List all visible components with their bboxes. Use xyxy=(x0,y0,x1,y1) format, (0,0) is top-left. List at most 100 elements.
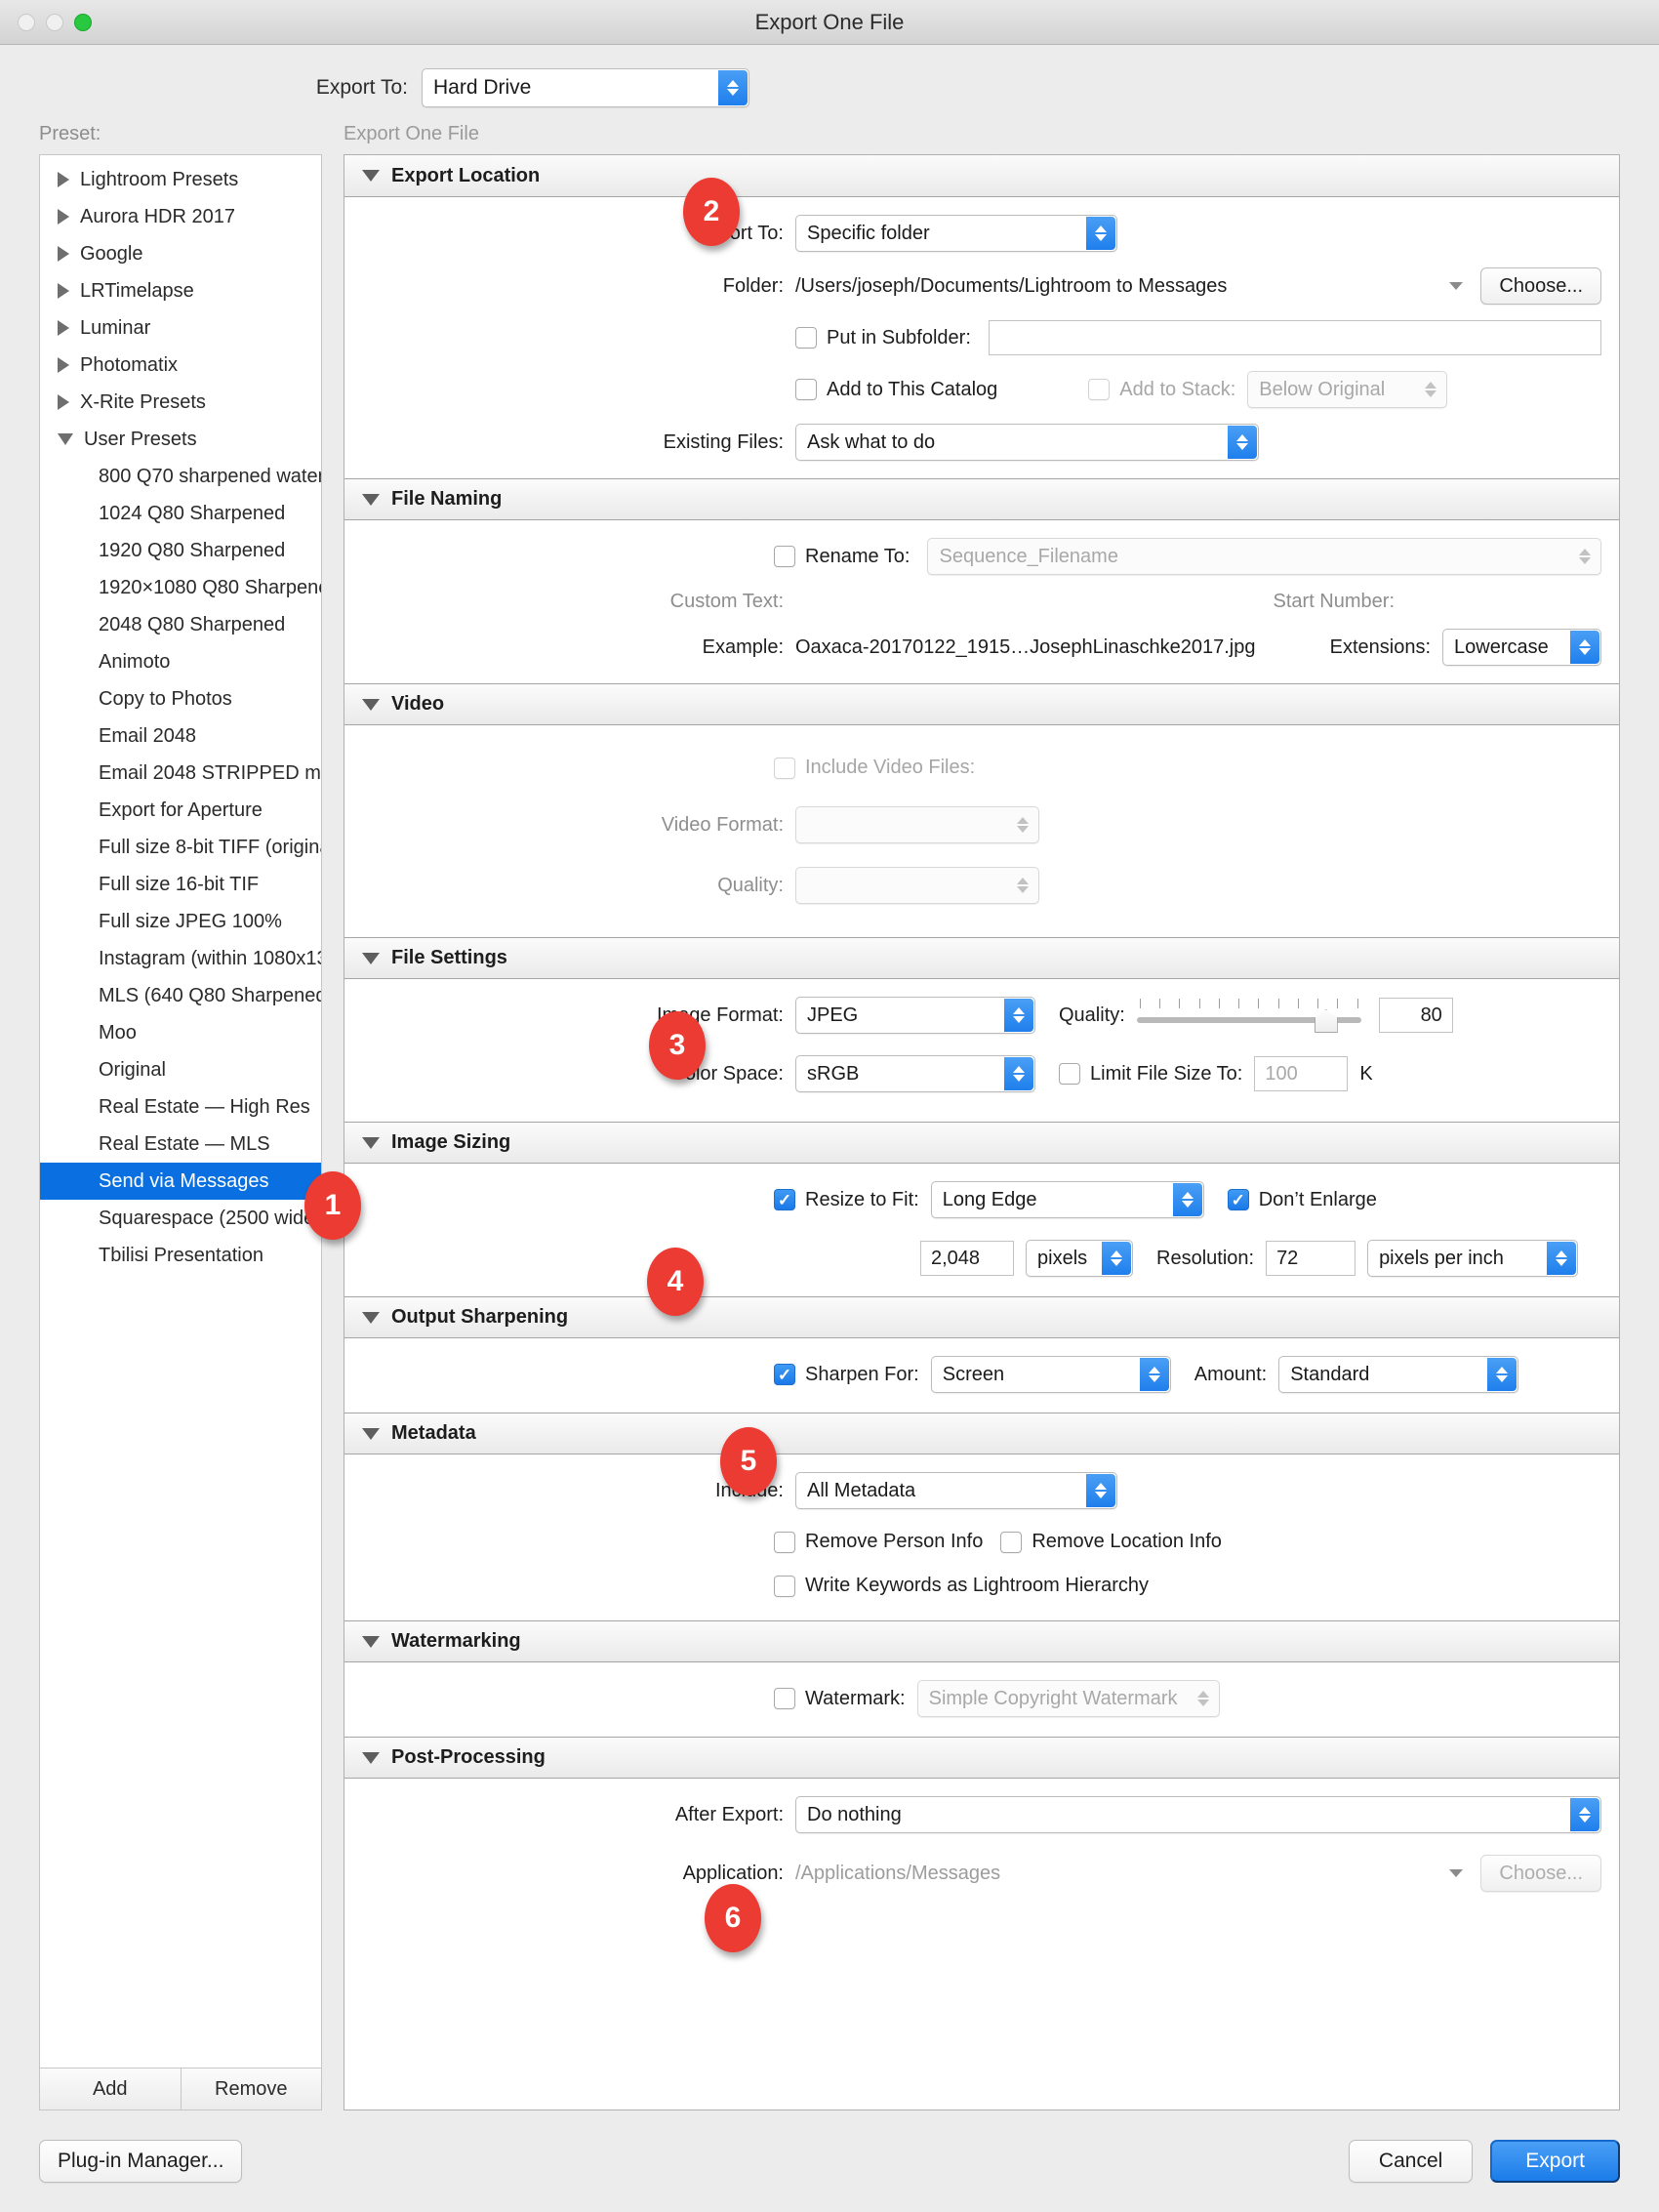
chevron-right-icon[interactable] xyxy=(58,283,69,299)
chevron-right-icon[interactable] xyxy=(58,394,69,410)
section-header-watermarking[interactable]: Watermarking xyxy=(344,1620,1619,1662)
chevron-down-icon[interactable] xyxy=(1449,1869,1464,1877)
watermark-checkbox[interactable] xyxy=(774,1688,795,1709)
export-button[interactable]: Export xyxy=(1490,2140,1620,2183)
rename-to-checkbox[interactable] xyxy=(774,546,795,567)
write-keywords-hierarchy-checkbox[interactable] xyxy=(774,1575,795,1597)
color-space-select[interactable]: sRGB xyxy=(795,1055,1035,1092)
sharpen-amount-select[interactable]: Standard xyxy=(1278,1356,1519,1393)
list-item[interactable]: 1920×1080 Q80 Sharpened xyxy=(40,569,321,606)
section-header-export-location[interactable]: Export Location xyxy=(344,155,1619,197)
close-button[interactable] xyxy=(18,13,35,31)
list-item[interactable]: 1920 Q80 Sharpened xyxy=(40,532,321,569)
section-header-file-naming[interactable]: File Naming xyxy=(344,478,1619,520)
chevron-down-icon[interactable] xyxy=(362,1635,380,1648)
chevron-down-icon[interactable] xyxy=(362,1751,380,1764)
list-item[interactable]: MLS (640 Q80 Sharpened) xyxy=(40,977,321,1014)
add-to-catalog-checkbox[interactable] xyxy=(795,379,817,400)
list-item[interactable]: Email 2048 xyxy=(40,717,321,755)
existing-files-select[interactable]: Ask what to do xyxy=(795,424,1259,461)
chevron-right-icon[interactable] xyxy=(58,246,69,262)
remove-location-info-checkbox[interactable] xyxy=(1000,1531,1023,1553)
preset-group-lrtimelapse[interactable]: LRTimelapse xyxy=(40,272,321,309)
resize-unit-select[interactable]: pixels xyxy=(1026,1240,1133,1277)
minimize-button[interactable] xyxy=(46,13,63,31)
list-item[interactable]: Real Estate — High Res xyxy=(40,1088,321,1126)
list-item[interactable]: 800 Q70 sharpened watermarked xyxy=(40,458,321,495)
section-header-output-sharpening[interactable]: Output Sharpening xyxy=(344,1296,1619,1338)
preset-item-send-via-messages[interactable]: Send via Messages xyxy=(40,1163,321,1200)
chevron-right-icon[interactable] xyxy=(58,320,69,336)
preset-group-aurora-hdr-2017[interactable]: Aurora HDR 2017 xyxy=(40,198,321,235)
preset-group-user-presets[interactable]: User Presets xyxy=(40,421,321,458)
jpeg-quality-input[interactable]: 80 xyxy=(1378,998,1453,1033)
chevron-down-icon[interactable] xyxy=(362,493,380,506)
dont-enlarge-checkbox[interactable] xyxy=(1227,1189,1249,1210)
chevron-down-icon[interactable] xyxy=(362,1427,380,1440)
list-item[interactable]: Tbilisi Presentation xyxy=(40,1237,321,1274)
image-format-select[interactable]: JPEG xyxy=(795,997,1035,1034)
chevron-down-icon[interactable] xyxy=(362,698,380,711)
preset-group-x-rite-presets[interactable]: X-Rite Presets xyxy=(40,384,321,421)
list-item[interactable]: Export for Aperture xyxy=(40,792,321,829)
section-header-image-sizing[interactable]: Image Sizing xyxy=(344,1122,1619,1164)
list-item[interactable]: 2048 Q80 Sharpened xyxy=(40,606,321,643)
jpeg-quality-slider[interactable] xyxy=(1136,999,1361,1033)
list-item[interactable]: Original xyxy=(40,1051,321,1088)
list-item[interactable]: Real Estate — MLS xyxy=(40,1126,321,1163)
limit-file-size-input[interactable]: 100 xyxy=(1254,1056,1349,1091)
resize-to-fit-checkbox[interactable] xyxy=(774,1189,795,1210)
chevron-down-icon[interactable] xyxy=(1449,282,1464,290)
plugin-manager-button[interactable]: Plug-in Manager... xyxy=(39,2140,243,2183)
preset-group-lightroom-presets[interactable]: Lightroom Presets xyxy=(40,161,321,198)
resolution-input[interactable]: 72 xyxy=(1266,1241,1356,1276)
resolution-unit-select[interactable]: pixels per inch xyxy=(1367,1240,1579,1277)
preset-group-photomatix[interactable]: Photomatix xyxy=(40,347,321,384)
zoom-button[interactable] xyxy=(74,13,92,31)
choose-folder-button[interactable]: Choose... xyxy=(1480,267,1601,305)
remove-person-info-checkbox[interactable] xyxy=(774,1531,795,1553)
remove-preset-button[interactable]: Remove xyxy=(181,2069,321,2110)
section-title: Video xyxy=(391,693,445,715)
after-export-select[interactable]: Do nothing xyxy=(795,1796,1601,1833)
cancel-button[interactable]: Cancel xyxy=(1348,2140,1474,2183)
section-header-post-processing[interactable]: Post-Processing xyxy=(344,1737,1619,1779)
export-to-top-select[interactable]: Hard Drive xyxy=(422,68,749,107)
add-preset-button[interactable]: Add xyxy=(40,2069,182,2110)
export-to-select[interactable]: Specific folder xyxy=(795,215,1117,252)
chevron-right-icon[interactable] xyxy=(58,172,69,187)
resize-to-fit-select[interactable]: Long Edge xyxy=(930,1181,1204,1218)
list-item[interactable]: Moo xyxy=(40,1014,321,1051)
list-item[interactable]: Full size JPEG 100% xyxy=(40,903,321,940)
list-item[interactable]: Full size 16-bit TIF xyxy=(40,866,321,903)
chevron-down-icon[interactable] xyxy=(58,433,73,445)
sharpen-for-checkbox[interactable] xyxy=(774,1364,795,1385)
preset-list[interactable]: Lightroom Presets Aurora HDR 2017 Google… xyxy=(40,155,321,2068)
put-in-subfolder-checkbox[interactable] xyxy=(795,327,817,348)
extensions-select[interactable]: Lowercase xyxy=(1442,629,1601,666)
sharpen-for-select[interactable]: Screen xyxy=(930,1356,1171,1393)
chevron-down-icon[interactable] xyxy=(362,170,380,182)
metadata-include-select[interactable]: All Metadata xyxy=(795,1472,1117,1509)
slider-knob[interactable] xyxy=(1314,1009,1338,1033)
chevron-right-icon[interactable] xyxy=(58,209,69,225)
resize-size-input[interactable]: 2,048 xyxy=(920,1241,1014,1276)
list-item[interactable]: Instagram (within 1080x1350) xyxy=(40,940,321,977)
list-item[interactable]: Full size 8-bit TIFF (original local xyxy=(40,829,321,866)
subfolder-name-input[interactable] xyxy=(988,320,1601,355)
section-header-file-settings[interactable]: File Settings xyxy=(344,937,1619,979)
chevron-right-icon[interactable] xyxy=(58,357,69,373)
list-item[interactable]: Copy to Photos xyxy=(40,680,321,717)
preset-group-google[interactable]: Google xyxy=(40,235,321,272)
list-item[interactable]: 1024 Q80 Sharpened xyxy=(40,495,321,532)
section-header-metadata[interactable]: Metadata xyxy=(344,1413,1619,1454)
section-header-video[interactable]: Video xyxy=(344,683,1619,725)
chevron-down-icon[interactable] xyxy=(362,952,380,964)
chevron-down-icon[interactable] xyxy=(362,1311,380,1324)
list-item[interactable]: Squarespace (2500 wide Q80 S xyxy=(40,1200,321,1237)
limit-file-size-checkbox[interactable] xyxy=(1059,1063,1080,1085)
list-item[interactable]: Email 2048 STRIPPED metadata xyxy=(40,755,321,792)
list-item[interactable]: Animoto xyxy=(40,643,321,680)
preset-group-luminar[interactable]: Luminar xyxy=(40,309,321,347)
chevron-down-icon[interactable] xyxy=(362,1136,380,1149)
